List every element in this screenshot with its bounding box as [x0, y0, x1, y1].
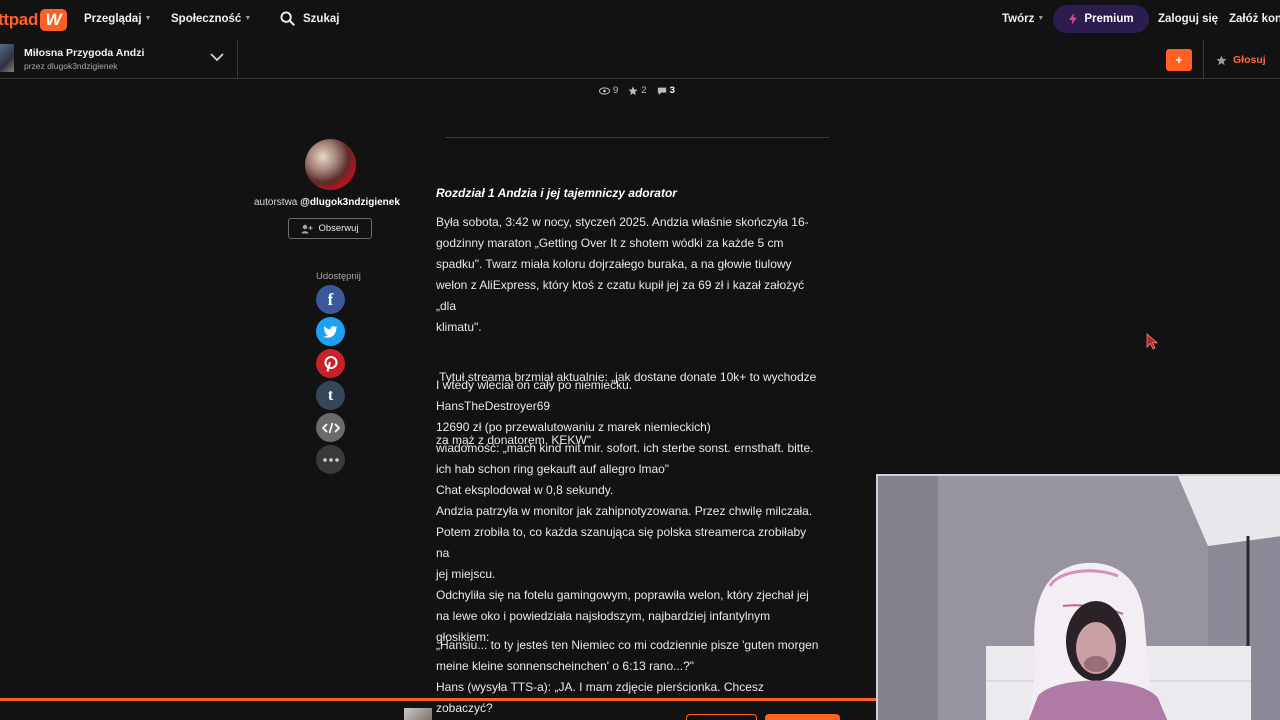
story-cover-thumbnail[interactable]: [404, 708, 432, 720]
write-label: Twórz: [1002, 13, 1035, 25]
divider: [445, 137, 829, 138]
pinterest-icon[interactable]: [316, 349, 345, 378]
story-cover-thumbnail[interactable]: [0, 44, 14, 72]
text-line: Chat eksplodował w 0,8 sekundy.: [436, 483, 614, 497]
eye-icon: [599, 86, 610, 95]
divider: [237, 40, 238, 78]
logo-mark: W: [40, 9, 68, 31]
story-title[interactable]: Miłosna Przygoda Andzi: [24, 47, 144, 59]
story-header-bar: Miłosna Przygoda Andzi przez dlugok3ndzi…: [0, 40, 1280, 79]
reading-progress-bar: [0, 698, 876, 701]
community-label: Społeczność: [171, 13, 242, 25]
follow-label: Obserwuj: [318, 223, 359, 234]
text-line: welon z AliExpress, który ktoś z czatu k…: [436, 278, 805, 313]
bottom-primary-button[interactable]: [765, 714, 840, 720]
reads-stat: 9: [599, 85, 618, 96]
chevron-down-icon: ▼: [244, 15, 252, 22]
write-menu[interactable]: Twórz ▼: [1002, 13, 1044, 25]
author-by-label: autorstwa: [254, 197, 298, 208]
search-icon: [280, 11, 295, 26]
text-line: 12690 zł (po przewalutowaniu z marek nie…: [436, 420, 711, 434]
chevron-down-icon[interactable]: [210, 52, 224, 62]
share-label: Udostępnij: [316, 271, 361, 282]
logo-text: ttpad: [0, 10, 39, 29]
follow-button[interactable]: Obserwuj: [288, 218, 372, 239]
text-line: Była sobota, 3:42 w nocy, styczeń 2025. …: [436, 215, 809, 229]
browse-label: Przeglądaj: [84, 13, 142, 25]
text-line: „Hansiu... to ty jesteś ten Niemiec co m…: [436, 638, 819, 652]
premium-label: Premium: [1084, 13, 1134, 25]
star-icon: [1216, 54, 1227, 65]
lightning-icon: [1069, 13, 1078, 25]
chevron-down-icon: ▼: [1037, 15, 1045, 22]
text-line: na lewe oko i powiedziała najsłodszym, n…: [436, 609, 771, 623]
vote-label: Głosuj: [1233, 54, 1266, 66]
embed-icon[interactable]: [316, 413, 345, 442]
comments-stat[interactable]: 3: [657, 85, 675, 96]
bottom-secondary-button[interactable]: [686, 714, 757, 720]
paragraph: „Hansiu... to ty jesteś ten Niemiec co m…: [436, 635, 821, 719]
divider: [1203, 40, 1204, 78]
text-line: Odchyliła się na fotelu gamingowym, popr…: [436, 588, 809, 602]
text-line: ich hab schon ring gekauft auf allegro l…: [436, 462, 670, 476]
story-author[interactable]: przez dlugok3ndzigienek: [24, 61, 118, 71]
story-stats: 9 2 3: [599, 85, 675, 96]
author-byline: autorstwa @dlugok3ndzigienek: [254, 197, 400, 208]
text-line: wiadomość: „mach kind mit mir. sofort. i…: [436, 441, 814, 455]
text-line: I wtedy wleciał on cały po niemiecku.: [436, 378, 633, 392]
vote-button[interactable]: Głosuj: [1216, 54, 1266, 66]
text-line: Andzia patrzyła w monitor jak zahipnotyz…: [436, 504, 813, 518]
top-navbar: ttpad W Przeglądaj ▼ Społeczność ▼ Szukaj …: [0, 0, 1280, 40]
tumblr-icon[interactable]: t: [316, 381, 345, 410]
text-line: HansTheDestroyer69: [436, 399, 551, 413]
signup-link[interactable]: Załóż kont: [1229, 13, 1280, 25]
add-to-list-button[interactable]: +: [1166, 49, 1192, 71]
text-line: Potem zrobiła to, co każda szanująca się…: [436, 525, 807, 560]
paragraph: Była sobota, 3:42 w nocy, styczeń 2025. …: [436, 212, 821, 338]
reads-count: 9: [613, 85, 619, 96]
chevron-down-icon: ▼: [144, 15, 152, 22]
twitter-icon[interactable]: [316, 317, 345, 346]
browse-menu[interactable]: Przeglądaj ▼: [84, 13, 151, 25]
more-icon[interactable]: [316, 445, 345, 474]
author-handle-link[interactable]: @dlugok3ndzigienek: [300, 197, 400, 208]
star-icon: [628, 85, 638, 95]
votes-stat: 2: [628, 85, 647, 96]
text-line: jej miejscu.: [436, 567, 496, 581]
chapter-title: Rozdział 1 Andzia i jej tajemniczy adora…: [436, 186, 677, 200]
text-line: godzinny maraton „Getting Over It z shot…: [436, 236, 784, 250]
search-button[interactable]: Szukaj: [280, 11, 339, 26]
author-avatar[interactable]: [305, 139, 356, 190]
facebook-icon[interactable]: f: [316, 285, 345, 314]
wattpad-logo[interactable]: ttpad W: [0, 8, 68, 32]
comment-icon: [657, 87, 666, 95]
mouse-cursor-icon: [1146, 333, 1158, 350]
add-user-icon: [301, 224, 313, 233]
premium-button[interactable]: Premium: [1053, 5, 1149, 33]
login-link[interactable]: Zaloguj się: [1158, 13, 1218, 25]
text-line: spadku". Twarz miała koloru dojrzałego b…: [436, 257, 792, 271]
webcam-overlay: [876, 474, 1280, 720]
search-label: Szukaj: [303, 12, 340, 25]
text-line: meine kleine sonnenscheinchen' o 6:13 ra…: [436, 659, 695, 673]
webcam-scene: [878, 476, 1280, 720]
paragraph: I wtedy wleciał on cały po niemiecku. Ha…: [436, 375, 821, 648]
community-menu[interactable]: Społeczność ▼: [171, 13, 251, 25]
comments-count: 3: [669, 85, 675, 96]
votes-count: 2: [641, 85, 647, 96]
